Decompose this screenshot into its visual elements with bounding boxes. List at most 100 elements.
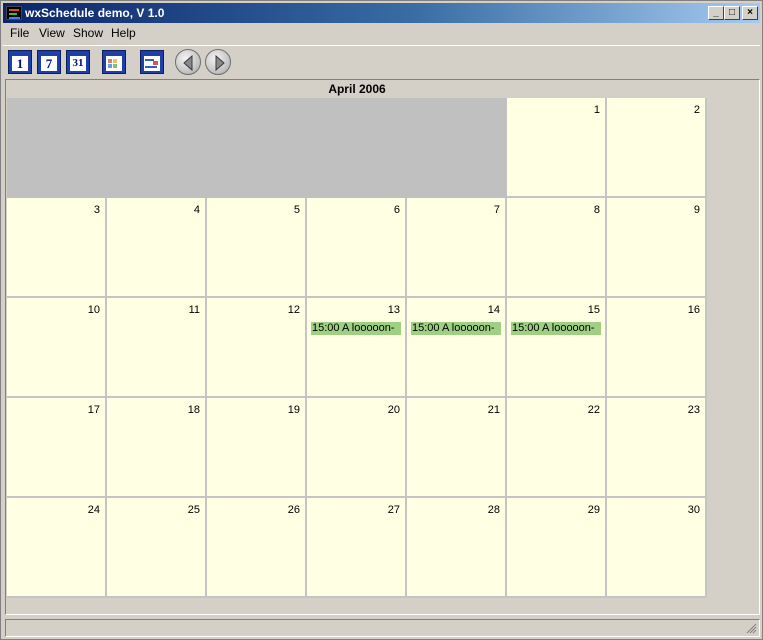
day-cell[interactable]: 29 xyxy=(507,498,607,598)
empty-days xyxy=(7,98,507,198)
month-grid: 1 2 3 4 5 6 7 8 9 10 11 12 13 15:00 A lo… xyxy=(7,98,707,598)
day-cell[interactable]: 26 xyxy=(207,498,307,598)
menu-file[interactable]: File xyxy=(7,26,32,40)
day-number: 6 xyxy=(393,204,400,216)
month-view-button[interactable]: 31 xyxy=(65,49,91,75)
day-cell[interactable]: 8 xyxy=(507,198,607,298)
day-number: 15 xyxy=(587,304,600,316)
day-cell[interactable]: 1 xyxy=(507,98,607,198)
event-item[interactable]: 15:00 A looooon- xyxy=(411,322,501,335)
day-cell[interactable]: 23 xyxy=(607,398,707,498)
calendar-week-icon: 7 xyxy=(37,50,61,74)
day-cell[interactable]: 18 xyxy=(107,398,207,498)
day-cell[interactable]: 6 xyxy=(307,198,407,298)
day-view-label: 1 xyxy=(12,56,28,71)
day-cell[interactable]: 11 xyxy=(107,298,207,398)
day-cell[interactable]: 4 xyxy=(107,198,207,298)
menu-view[interactable]: View xyxy=(36,26,68,40)
menu-bar: File View Show Help xyxy=(3,24,760,42)
left-arrow-icon xyxy=(183,54,193,72)
day-number: 13 xyxy=(387,304,400,316)
maximize-button[interactable]: □ xyxy=(724,6,740,20)
list-view-button[interactable] xyxy=(139,49,165,75)
day-number: 21 xyxy=(487,404,500,416)
month-title: April 2006 xyxy=(328,82,386,96)
day-cell[interactable]: 20 xyxy=(307,398,407,498)
day-cell[interactable]: 15 15:00 A looooon- xyxy=(507,298,607,398)
day-number: 8 xyxy=(593,204,600,216)
maximize-icon: □ xyxy=(728,7,736,18)
minimize-button[interactable]: _ xyxy=(708,6,724,20)
day-number: 5 xyxy=(293,204,300,216)
menu-show[interactable]: Show xyxy=(70,26,106,40)
day-cell[interactable]: 5 xyxy=(207,198,307,298)
day-cell[interactable]: 19 xyxy=(207,398,307,498)
day-number: 12 xyxy=(287,304,300,316)
next-button[interactable] xyxy=(205,49,231,75)
resize-grip-icon[interactable] xyxy=(745,622,757,634)
title-bar[interactable]: wxSchedule demo, V 1.0 _ □ × xyxy=(3,3,760,23)
day-number: 3 xyxy=(93,204,100,216)
day-number: 18 xyxy=(187,404,200,416)
event-item[interactable]: 15:00 A looooon- xyxy=(311,322,401,335)
day-number: 10 xyxy=(87,304,100,316)
day-cell[interactable]: 13 15:00 A looooon- xyxy=(307,298,407,398)
day-cell[interactable]: 21 xyxy=(407,398,507,498)
day-cell[interactable]: 28 xyxy=(407,498,507,598)
day-cell[interactable]: 14 15:00 A looooon- xyxy=(407,298,507,398)
calendar-day-icon: 1 xyxy=(8,50,32,74)
menu-help[interactable]: Help xyxy=(108,26,139,40)
day-cell[interactable]: 16 xyxy=(607,298,707,398)
day-number: 17 xyxy=(87,404,100,416)
week-view-button[interactable]: 7 xyxy=(36,49,62,75)
app-icon xyxy=(6,6,22,20)
day-number: 19 xyxy=(287,404,300,416)
day-number: 23 xyxy=(687,404,700,416)
day-number: 26 xyxy=(287,504,300,516)
day-number: 22 xyxy=(587,404,600,416)
day-number: 7 xyxy=(493,204,500,216)
day-cell[interactable]: 2 xyxy=(607,98,707,198)
window-title: wxSchedule demo, V 1.0 xyxy=(25,6,165,20)
list-view-icon xyxy=(140,50,164,74)
day-number: 27 xyxy=(387,504,400,516)
day-cell[interactable]: 9 xyxy=(607,198,707,298)
previous-button[interactable] xyxy=(175,49,201,75)
day-number: 28 xyxy=(487,504,500,516)
day-number: 16 xyxy=(687,304,700,316)
day-number: 24 xyxy=(87,504,100,516)
month-view-label: 31 xyxy=(70,56,86,71)
day-number: 20 xyxy=(387,404,400,416)
day-cell[interactable]: 3 xyxy=(7,198,107,298)
status-bar xyxy=(5,619,760,637)
event-item[interactable]: 15:00 A looooon- xyxy=(511,322,601,335)
day-cell[interactable]: 12 xyxy=(207,298,307,398)
calendar-month-icon: 31 xyxy=(66,50,90,74)
day-number: 1 xyxy=(593,104,600,116)
day-number: 2 xyxy=(693,104,700,116)
close-icon: × xyxy=(747,7,753,18)
day-number: 9 xyxy=(693,204,700,216)
day-cell[interactable]: 24 xyxy=(7,498,107,598)
day-cell[interactable]: 25 xyxy=(107,498,207,598)
day-cell[interactable]: 27 xyxy=(307,498,407,598)
day-number: 30 xyxy=(687,504,700,516)
day-number: 4 xyxy=(193,204,200,216)
day-cell[interactable]: 7 xyxy=(407,198,507,298)
week-view-label: 7 xyxy=(41,56,57,71)
main-window: wxSchedule demo, V 1.0 _ □ × File View S… xyxy=(0,0,763,640)
day-number: 25 xyxy=(187,504,200,516)
close-button[interactable]: × xyxy=(742,6,758,20)
day-cell[interactable]: 17 xyxy=(7,398,107,498)
day-number: 29 xyxy=(587,504,600,516)
grid-view-button[interactable] xyxy=(101,49,127,75)
day-number: 11 xyxy=(188,304,200,316)
day-cell[interactable]: 22 xyxy=(507,398,607,498)
day-number: 14 xyxy=(487,304,500,316)
day-view-button[interactable]: 1 xyxy=(7,49,33,75)
grid-view-icon xyxy=(102,50,126,74)
minimize-icon: _ xyxy=(713,7,719,18)
day-cell[interactable]: 30 xyxy=(607,498,707,598)
day-cell[interactable]: 10 xyxy=(7,298,107,398)
right-arrow-icon xyxy=(215,54,225,72)
